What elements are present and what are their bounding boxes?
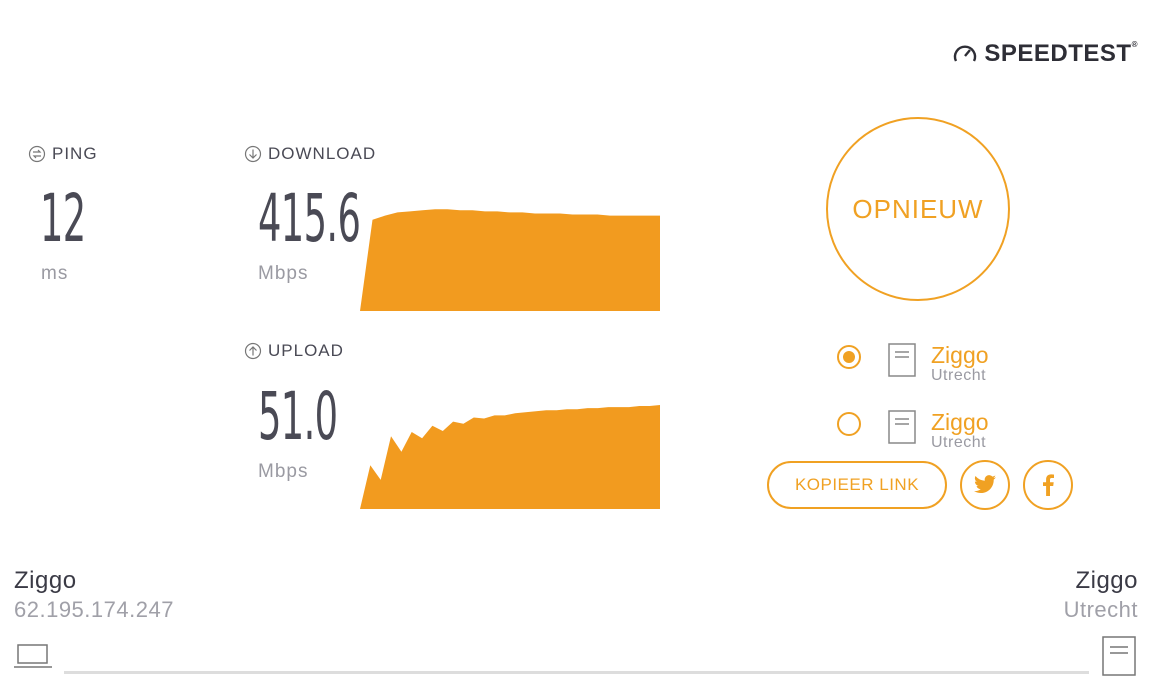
upload-unit: Mbps: [258, 461, 309, 482]
client-isp: Ziggo: [14, 567, 77, 594]
ping-label: PING: [28, 144, 98, 164]
facebook-button[interactable]: [1023, 460, 1073, 510]
upload-graph-area: [360, 405, 660, 509]
opnieuw-label: OPNIEUW: [852, 193, 984, 224]
client-info: Ziggo 62.195.174.247: [14, 567, 174, 623]
server-location: Utrecht: [1063, 597, 1138, 622]
server-radio-2[interactable]: [837, 412, 861, 436]
upload-graph: [360, 405, 660, 509]
upload-metric: UPLOAD: [244, 341, 344, 361]
ping-unit: ms: [41, 263, 69, 284]
ping-metric: PING: [28, 144, 98, 164]
connection-line: [64, 671, 1089, 674]
server-icon: [888, 343, 916, 377]
server-option-1[interactable]: Ziggo Utrecht: [837, 343, 989, 385]
server-name: Ziggo: [1075, 567, 1138, 594]
upload-arrow-icon: [244, 342, 262, 360]
download-graph-area: [360, 209, 660, 311]
twitter-icon: [974, 475, 996, 494]
ping-value: 12: [40, 180, 86, 257]
download-metric: DOWNLOAD: [244, 144, 376, 164]
upload-value: 51.0: [258, 378, 338, 455]
upload-label: UPLOAD: [244, 341, 344, 361]
server-option-2[interactable]: Ziggo Utrecht: [837, 410, 989, 452]
server-location-2: Utrecht: [931, 434, 987, 451]
ping-icon: [28, 145, 46, 163]
download-label: DOWNLOAD: [244, 144, 376, 164]
server-name-2: Ziggo: [931, 409, 989, 435]
twitter-button[interactable]: [960, 460, 1010, 510]
opnieuw-button[interactable]: OPNIEUW: [826, 117, 1010, 301]
download-graph: [360, 209, 660, 311]
laptop-icon: [14, 644, 52, 668]
facebook-icon: [1043, 474, 1054, 496]
download-arrow-icon: [244, 145, 262, 163]
server-radio-1[interactable]: [837, 345, 861, 369]
copy-link-button[interactable]: KOPIEER LINK: [767, 461, 947, 509]
server-icon-bottom: [1102, 636, 1136, 676]
logo-text: SPEEDTEST®: [984, 40, 1138, 67]
speedtest-logo: SPEEDTEST®: [952, 40, 1138, 68]
gauge-icon: [954, 45, 977, 62]
server-icon: [888, 410, 916, 444]
server-info: Ziggo Utrecht: [1064, 567, 1138, 623]
download-unit: Mbps: [258, 263, 309, 284]
server-name-1: Ziggo: [931, 342, 989, 368]
server-location-1: Utrecht: [931, 367, 987, 384]
download-value: 415.6: [258, 180, 361, 257]
copy-link-label: KOPIEER LINK: [794, 475, 920, 494]
client-ip: 62.195.174.247: [14, 597, 174, 622]
